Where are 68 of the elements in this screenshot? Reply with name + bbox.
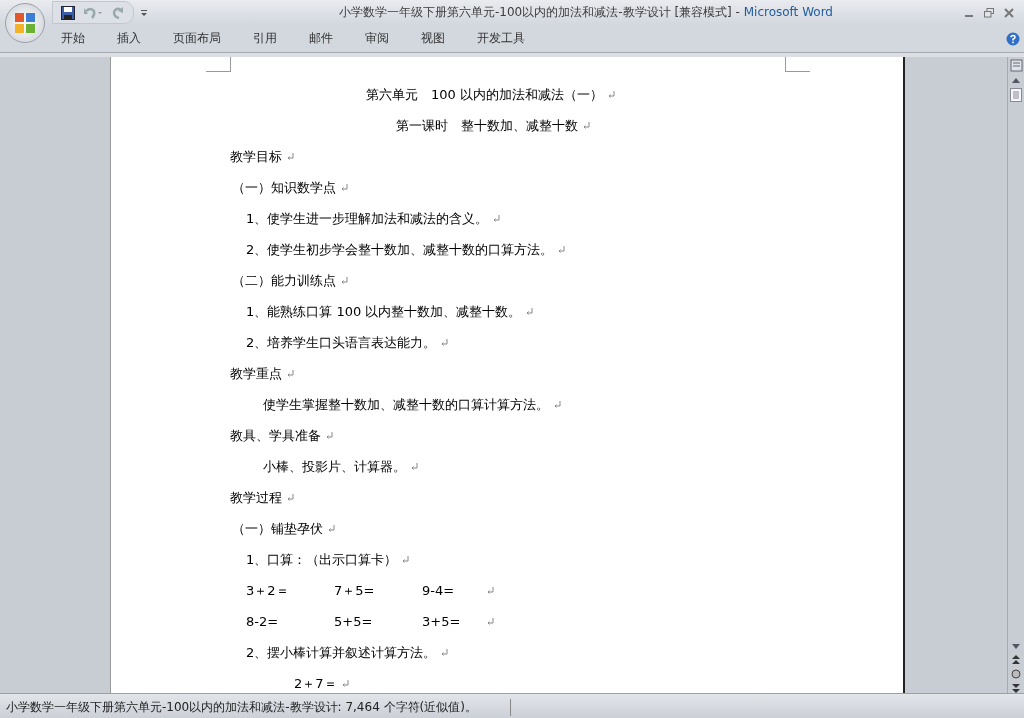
window-title: 小学数学一年级下册第六单元-100以内的加法和减法-教学设计 [兼容模式] - Microsoft Word xyxy=(338,4,834,21)
ruler-toggle-icon[interactable] xyxy=(1009,59,1023,72)
document-title: 第六单元 100 以内的加法和减法（一） xyxy=(366,85,603,104)
paragraph-mark-icon xyxy=(401,555,410,564)
save-icon[interactable] xyxy=(61,5,75,20)
section-heading: 教具、学具准备 xyxy=(230,426,321,445)
paragraph-mark-icon xyxy=(486,617,494,626)
ribbon-tab[interactable]: 视图 xyxy=(410,27,456,50)
ribbon-tab[interactable]: 邮件 xyxy=(298,27,344,50)
paragraph-text: 2、摆小棒计算并叙述计算方法。 xyxy=(246,643,437,662)
paragraph-mark-icon xyxy=(606,90,615,99)
subsection-heading: （一）知识数学点 xyxy=(232,178,336,197)
margin-corner-mark xyxy=(206,57,231,72)
paragraph-mark-icon xyxy=(286,152,294,161)
previous-page-icon[interactable] xyxy=(1011,655,1021,665)
paragraph-text: 2、培养学生口头语言表达能力。 xyxy=(246,333,437,352)
subsection-heading: （一）铺垫孕伏 xyxy=(232,519,323,538)
paragraph-mark-icon xyxy=(486,586,494,595)
section-heading: 教学过程 xyxy=(230,488,282,507)
formula-text: 5+5= xyxy=(334,612,373,631)
paragraph-mark-icon xyxy=(327,524,335,533)
paragraph-text: 1、能熟练口算 100 以内整十数加、减整十数。 xyxy=(246,302,522,321)
close-icon[interactable] xyxy=(1004,7,1014,18)
paragraph-mark-icon xyxy=(410,462,418,471)
customize-caret-icon[interactable] xyxy=(140,8,148,17)
paragraph-mark-icon xyxy=(525,307,534,316)
paragraph-mark-icon xyxy=(286,369,294,378)
ribbon-tab[interactable]: 审阅 xyxy=(354,27,400,50)
lesson-title: 第一课时 整十数加、减整十数 xyxy=(396,116,578,135)
help-icon[interactable] xyxy=(1006,31,1020,46)
paragraph-mark-icon xyxy=(582,121,590,130)
scroll-up-icon[interactable] xyxy=(1011,76,1021,84)
office-button[interactable] xyxy=(5,3,45,43)
ribbon-tab[interactable]: 引用 xyxy=(242,27,288,50)
paragraph-text: 小棒、投影片、计算器。 xyxy=(263,457,406,476)
ribbon-tab[interactable]: 页面布局 xyxy=(162,27,232,50)
paragraph-mark-icon xyxy=(340,679,349,688)
status-text: 小学数学一年级下册第六单元-100以内的加法和减法-教学设计: 7,464 个字符(近似值)。 xyxy=(0,699,511,716)
ribbon-tab[interactable]: 插入 xyxy=(106,27,152,50)
paragraph-mark-icon xyxy=(440,338,449,347)
paragraph-mark-icon xyxy=(557,245,566,254)
ribbon-tab[interactable]: 开始 xyxy=(50,27,96,50)
section-heading: 教学重点 xyxy=(230,364,282,383)
restore-icon[interactable] xyxy=(984,7,994,18)
paragraph-text: 1、使学生进一步理解加法和减法的含义。 xyxy=(246,209,489,228)
ribbon-tab[interactable]: 开发工具 xyxy=(466,27,536,50)
paragraph-text: 2＋7＝ xyxy=(294,674,337,693)
paragraph-text: 1、口算：（出示口算卡） xyxy=(246,550,398,569)
subsection-heading: （二）能力训练点 xyxy=(232,271,336,290)
browse-object-icon[interactable] xyxy=(1011,669,1021,679)
scroll-down-icon[interactable] xyxy=(1011,643,1021,651)
paragraph-mark-icon xyxy=(492,214,501,223)
formula-text: 9-4= xyxy=(422,581,455,600)
scroll-thumb-icon[interactable] xyxy=(1010,88,1022,102)
paragraph-mark-icon xyxy=(440,648,449,657)
margin-corner-mark xyxy=(785,57,810,72)
paragraph-mark-icon xyxy=(340,183,348,192)
paragraph-mark-icon xyxy=(325,431,333,440)
paragraph-mark-icon xyxy=(340,276,348,285)
paragraph-mark-icon xyxy=(286,493,294,502)
paragraph-text: 2、使学生初步学会整十数加、减整十数的口算方法。 xyxy=(246,240,554,259)
paragraph-text: 使学生掌握整十数加、减整十数的口算计算方法。 xyxy=(263,395,549,414)
formula-text: 8-2= xyxy=(246,612,279,631)
paragraph-mark-icon xyxy=(553,400,561,409)
formula-text: 3+5= xyxy=(422,612,461,631)
section-heading: 教学目标 xyxy=(230,147,282,166)
formula-text: 3＋2＝ xyxy=(246,581,289,600)
formula-text: 7＋5= xyxy=(334,581,375,600)
